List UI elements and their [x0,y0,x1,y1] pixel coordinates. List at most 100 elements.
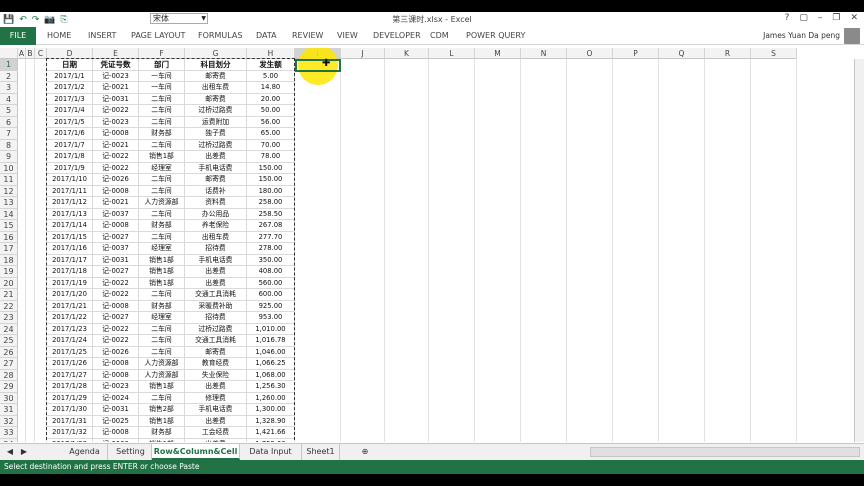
category-cell[interactable]: 过桥过路费 [185,105,247,117]
voucher-cell[interactable]: 记-0037 [93,208,139,220]
date-cell[interactable]: 2017/1/25 [47,346,93,358]
voucher-cell[interactable]: 记-0008 [93,358,139,370]
category-cell[interactable]: 修理费 [185,392,247,404]
category-cell[interactable]: 出租车费 [185,231,247,243]
department-cell[interactable]: 二车间 [139,208,185,220]
amount-cell[interactable]: 953.00 [247,312,295,324]
spreadsheet-grid[interactable]: ABCDEFGHIJKLMNOPQRS123456789101112131415… [0,48,864,442]
amount-cell[interactable]: 560.00 [247,277,295,289]
amount-cell[interactable]: 925.00 [247,300,295,312]
date-cell[interactable]: 2017/1/27 [47,369,93,381]
category-cell[interactable]: 邮寄费 [185,346,247,358]
date-cell[interactable]: 2017/1/24 [47,335,93,347]
amount-cell[interactable]: 50.00 [247,105,295,117]
date-cell[interactable]: 2017/1/19 [47,277,93,289]
department-cell[interactable]: 二车间 [139,105,185,117]
user-name[interactable]: James Yuan Da peng [763,27,840,45]
category-cell[interactable]: 招待费 [185,312,247,324]
voucher-cell[interactable]: 记-0008 [93,128,139,140]
tab-power-query[interactable]: POWER QUERY [466,27,525,45]
row-header[interactable]: 2 [0,70,18,82]
row-header[interactable]: 19 [0,266,18,278]
department-cell[interactable]: 二车间 [139,289,185,301]
amount-cell[interactable]: 78.00 [247,151,295,163]
amount-cell[interactable]: 408.00 [247,266,295,278]
row-header[interactable]: 18 [0,254,18,266]
amount-cell[interactable]: 1,068.00 [247,369,295,381]
amount-cell[interactable]: 65.00 [247,128,295,140]
voucher-cell[interactable]: 记-0025 [93,415,139,427]
column-header-C[interactable]: C [35,48,47,59]
department-cell[interactable]: 人力资源部 [139,369,185,381]
date-cell[interactable]: 2017/1/22 [47,312,93,324]
file-tab[interactable]: FILE [0,27,36,45]
amount-cell[interactable]: 180.00 [247,185,295,197]
department-cell[interactable]: 经理室 [139,312,185,324]
sheet-tab-sheet1[interactable]: Sheet1 [302,444,340,460]
date-cell[interactable]: 2017/1/16 [47,243,93,255]
row-header[interactable]: 11 [0,174,18,186]
date-cell[interactable]: 2017/1/23 [47,323,93,335]
date-cell[interactable]: 2017/1/20 [47,289,93,301]
department-cell[interactable]: 二车间 [139,231,185,243]
tab-home[interactable]: HOME [47,27,71,45]
department-cell[interactable]: 财务部 [139,220,185,232]
voucher-cell[interactable]: 记-0008 [93,220,139,232]
row-header[interactable]: 3 [0,82,18,94]
voucher-cell[interactable]: 记-0021 [93,139,139,151]
voucher-cell[interactable]: 记-0008 [93,438,139,442]
date-cell[interactable]: 2017/1/11 [47,185,93,197]
column-header-A[interactable]: A [18,48,26,59]
row-header[interactable]: 27 [0,358,18,370]
date-cell[interactable]: 2017/1/9 [47,162,93,174]
minimize-icon[interactable]: – [818,13,823,23]
close-icon[interactable]: ✕ [850,13,858,23]
row-header[interactable]: 32 [0,415,18,427]
row-header[interactable]: 9 [0,151,18,163]
voucher-cell[interactable]: 记-0023 [93,70,139,82]
voucher-cell[interactable]: 记-0008 [93,185,139,197]
department-cell[interactable]: 财务部 [139,128,185,140]
row-header[interactable]: 20 [0,277,18,289]
date-cell[interactable]: 2017/1/32 [47,427,93,439]
row-header[interactable]: 12 [0,185,18,197]
sheet-tab-setting[interactable]: Setting [110,444,152,460]
column-header-L[interactable]: L [429,48,475,59]
row-header[interactable]: 22 [0,300,18,312]
voucher-cell[interactable]: 记-0022 [93,162,139,174]
voucher-cell[interactable]: 记-0026 [93,346,139,358]
date-cell[interactable]: 2017/1/13 [47,208,93,220]
amount-cell[interactable]: 1,421.66 [247,427,295,439]
column-header-E[interactable]: E [93,48,139,59]
row-header[interactable]: 24 [0,323,18,335]
amount-cell[interactable]: 278.00 [247,243,295,255]
row-header[interactable]: 13 [0,197,18,209]
date-cell[interactable]: 2017/1/7 [47,139,93,151]
category-cell[interactable]: 失业保险 [185,369,247,381]
date-cell[interactable]: 2017/1/15 [47,231,93,243]
category-cell[interactable]: 话费补 [185,185,247,197]
department-cell[interactable]: 销售2部 [139,404,185,416]
voucher-cell[interactable]: 记-0022 [93,277,139,289]
department-cell[interactable]: 销售1部 [139,438,185,442]
row-header[interactable]: 25 [0,335,18,347]
column-header-R[interactable]: R [705,48,751,59]
column-header-P[interactable]: P [613,48,659,59]
amount-cell[interactable]: 150.00 [247,174,295,186]
department-cell[interactable]: 经理室 [139,243,185,255]
row-header[interactable]: 33 [0,427,18,439]
row-header[interactable]: 7 [0,128,18,140]
voucher-cell[interactable]: 记-0027 [93,312,139,324]
amount-cell[interactable]: 1,010.00 [247,323,295,335]
date-cell[interactable]: 2017/1/14 [47,220,93,232]
tab-data[interactable]: DATA [256,27,277,45]
date-cell[interactable]: 2017/1/17 [47,254,93,266]
row-header[interactable]: 4 [0,93,18,105]
department-cell[interactable]: 销售1部 [139,151,185,163]
date-cell[interactable]: 2017/1/28 [47,381,93,393]
voucher-cell[interactable]: 记-0022 [93,289,139,301]
amount-cell[interactable]: 70.00 [247,139,295,151]
voucher-cell[interactable]: 记-0037 [93,243,139,255]
date-cell[interactable]: 2017/1/33 [47,438,93,442]
department-cell[interactable]: 一车间 [139,70,185,82]
